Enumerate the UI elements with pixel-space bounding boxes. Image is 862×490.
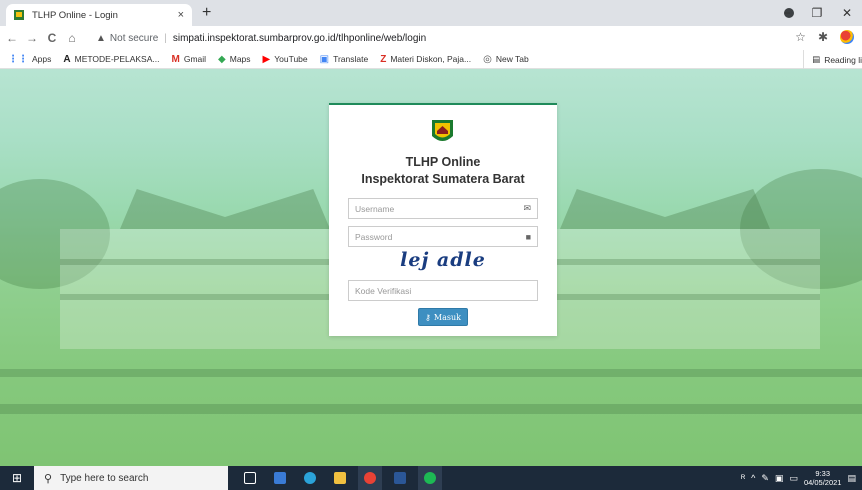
- taskbar-search[interactable]: ⚲: [34, 466, 228, 490]
- store-icon[interactable]: [268, 466, 292, 490]
- forward-button[interactable]: →: [24, 31, 40, 45]
- captcha-image[interactable]: lej adle: [329, 249, 557, 271]
- bookmark-metode[interactable]: A METODE-PELAKSA...: [63, 54, 159, 65]
- taskbar-search-input[interactable]: [60, 472, 211, 484]
- username-field[interactable]: ✉: [348, 198, 538, 219]
- envelope-icon: ✉: [523, 203, 531, 213]
- network-icon[interactable]: ▣: [775, 473, 784, 484]
- app-subtitle: Inspektorat Sumatera Barat: [361, 172, 525, 186]
- background-window-band-4: [0, 404, 862, 414]
- login-button[interactable]: ⚷ Masuk: [418, 308, 468, 326]
- bookmark-maps[interactable]: ◆ Maps: [218, 54, 251, 65]
- security-label[interactable]: Not secure: [110, 33, 158, 44]
- bookmark-star-icon[interactable]: ☆: [795, 30, 806, 44]
- login-card: TLHP Online Inspektorat Sumatera Barat ✉…: [329, 103, 557, 336]
- home-button[interactable]: ⌂: [64, 31, 80, 45]
- pen-icon[interactable]: ✎: [761, 473, 769, 484]
- apps-grid-icon: ⋮⋮: [8, 53, 28, 65]
- background-roof-left: [120, 189, 330, 229]
- verification-code-input[interactable]: [355, 285, 531, 296]
- omnibox-divider: |: [164, 32, 167, 44]
- tray-expand-icon[interactable]: ^: [751, 473, 755, 483]
- maps-icon: ◆: [218, 53, 226, 65]
- youtube-icon: ▶: [262, 53, 271, 65]
- verification-code-field[interactable]: [348, 280, 538, 301]
- tab-title: TLHP Online - Login: [32, 9, 118, 21]
- bookmark-materi[interactable]: Z Materi Diskon, Paja...: [380, 54, 471, 65]
- reading-list-icon: ▤: [812, 54, 821, 64]
- login-button-label: Masuk: [433, 312, 461, 322]
- warning-icon: ▲: [96, 32, 106, 44]
- key-icon: ⚷: [425, 312, 431, 322]
- lock-icon: ■: [525, 231, 531, 242]
- reload-button[interactable]: C: [44, 31, 60, 45]
- app-title: TLHP Online: [405, 155, 481, 169]
- address-bar[interactable]: ▲ Not secure | simpati.inspektorat.sumba…: [96, 28, 760, 48]
- zotero-z-icon: Z: [380, 53, 387, 65]
- tab-close-icon[interactable]: ×: [178, 9, 184, 21]
- browser-tab-strip: TLHP Online - Login × + − ❐ ✕: [0, 0, 862, 26]
- translate-icon: ▣: [319, 53, 330, 65]
- site-favicon-icon: [14, 10, 24, 20]
- password-input[interactable]: [355, 231, 526, 242]
- login-page-background: TLHP Online Inspektorat Sumatera Barat ✉…: [0, 69, 862, 466]
- background-window-band-3: [0, 369, 862, 377]
- taskbar-clock[interactable]: 9:33 04/05/2021: [804, 469, 842, 487]
- windows-start-icon[interactable]: ⊞: [0, 471, 34, 485]
- battery-icon[interactable]: ▭: [789, 473, 798, 484]
- chrome-icon[interactable]: [358, 466, 382, 490]
- window-controls: − ❐ ✕: [772, 0, 862, 26]
- spotify-icon[interactable]: [418, 466, 442, 490]
- tab-tlhp-login[interactable]: TLHP Online - Login ×: [6, 4, 192, 26]
- clock-time: 9:33: [815, 469, 831, 478]
- back-button[interactable]: ←: [4, 31, 20, 45]
- globe-icon: ◎: [483, 53, 492, 65]
- metode-a-icon: A: [63, 53, 71, 65]
- extensions-puzzle-icon[interactable]: ✱: [818, 30, 828, 44]
- profile-avatar[interactable]: [840, 30, 854, 44]
- bookmark-apps[interactable]: ⋮⋮ Apps: [8, 54, 51, 65]
- clock-date: 04/05/2021: [803, 478, 842, 487]
- reading-list-button[interactable]: ▤ Reading li: [803, 50, 862, 69]
- word-icon[interactable]: [388, 466, 412, 490]
- taskbar-apps: [238, 466, 448, 490]
- bookmark-youtube[interactable]: ▶ YouTube: [263, 54, 308, 65]
- bookmark-translate[interactable]: ▣ Translate: [320, 54, 369, 65]
- browser-toolbar: ← → C ⌂ ▲ Not secure | simpati.inspektor…: [0, 26, 862, 50]
- search-icon: ⚲: [44, 472, 53, 485]
- people-icon[interactable]: ᴿ: [741, 473, 745, 483]
- system-tray: ᴿ ^ ✎ ▣ ▭ 9:33 04/05/2021 ▤: [741, 466, 862, 490]
- notification-icon[interactable]: ▤: [847, 473, 856, 484]
- username-input[interactable]: [355, 203, 524, 214]
- province-emblem-icon: [432, 120, 453, 141]
- bookmark-gmail[interactable]: M Gmail: [171, 54, 206, 65]
- minimize-button[interactable]: −: [772, 6, 802, 20]
- edge-icon[interactable]: [298, 466, 322, 490]
- gmail-icon: M: [171, 53, 180, 65]
- bookmarks-bar: ⋮⋮ Apps A METODE-PELAKSA... M Gmail ◆ Ma…: [0, 50, 862, 69]
- url-text[interactable]: simpati.inspektorat.sumbarprov.go.id/tlh…: [173, 33, 426, 44]
- task-view-icon[interactable]: [238, 466, 262, 490]
- background-roof-right: [560, 189, 770, 229]
- toolbar-actions: ☆ ✱: [795, 30, 854, 44]
- new-tab-button[interactable]: +: [202, 3, 211, 23]
- password-field[interactable]: ■: [348, 226, 538, 247]
- close-window-button[interactable]: ✕: [832, 6, 862, 20]
- maximize-button[interactable]: ❐: [802, 6, 832, 20]
- windows-taskbar: ⊞ ⚲ ᴿ ^ ✎ ▣ ▭ 9:33 04/05/2021 ▤: [0, 466, 862, 490]
- bookmark-new-tab[interactable]: ◎ New Tab: [483, 54, 529, 65]
- file-explorer-icon[interactable]: [328, 466, 352, 490]
